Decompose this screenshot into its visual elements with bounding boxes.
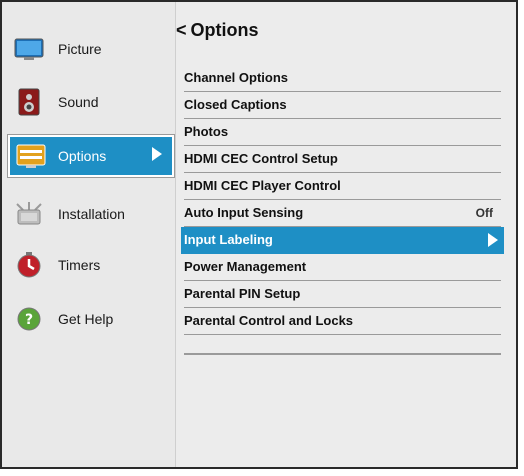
sidebar: Picture Sound Options Installation Timer… <box>2 2 176 467</box>
options-menu: Channel Options Closed Captions Photos H… <box>181 65 504 335</box>
menu-item-label: Closed Captions <box>184 97 287 112</box>
sidebar-item-label: Options <box>58 148 107 164</box>
menu-item-label: Auto Input Sensing <box>184 205 304 220</box>
menu-item-label: Parental PIN Setup <box>184 286 301 301</box>
tv-menu-window: Picture Sound Options Installation Timer… <box>0 0 518 469</box>
menu-item-label: Parental Control and Locks <box>184 313 354 328</box>
sidebar-item-get-help[interactable]: ? Get Help <box>2 299 173 339</box>
sidebar-item-installation[interactable]: Installation <box>2 194 173 234</box>
menu-item-label: Photos <box>184 124 229 139</box>
menu-item-value: Off <box>475 206 493 220</box>
sidebar-item-label: Timers <box>58 257 101 273</box>
menu-item-label: Power Management <box>184 259 307 274</box>
chevron-right-icon <box>488 233 498 247</box>
sidebar-item-label: Picture <box>58 41 102 57</box>
menu-item-label: HDMI CEC Player Control <box>184 178 341 193</box>
antenna-icon <box>14 200 44 228</box>
sidebar-item-sound[interactable]: Sound <box>2 82 173 122</box>
sidebar-item-options[interactable]: Options <box>8 135 174 177</box>
options-panel: < Options Channel Options Closed Captions… <box>176 2 516 467</box>
page-title-text: Options <box>190 20 259 40</box>
menu-item-hdmi-cec-control-setup[interactable]: HDMI CEC Control Setup <box>184 146 501 173</box>
options-icon <box>16 142 46 170</box>
menu-item-parental-pin-setup[interactable]: Parental PIN Setup <box>184 281 501 308</box>
menu-item-auto-input-sensing[interactable]: Auto Input Sensing Off <box>184 200 501 227</box>
chevron-right-icon <box>152 147 162 161</box>
divider <box>184 353 501 355</box>
help-icon: ? <box>14 305 44 333</box>
menu-item-input-labeling[interactable]: Input Labeling <box>181 227 504 254</box>
svg-text:?: ? <box>25 312 33 328</box>
back-icon[interactable]: < <box>176 20 187 40</box>
sidebar-item-picture[interactable]: Picture <box>2 29 173 69</box>
sidebar-item-timers[interactable]: Timers <box>2 245 173 285</box>
timer-icon <box>14 251 44 279</box>
menu-item-label: Input Labeling <box>184 232 273 247</box>
sidebar-item-label: Installation <box>58 206 125 222</box>
menu-item-photos[interactable]: Photos <box>184 119 501 146</box>
menu-item-parental-control-and-locks[interactable]: Parental Control and Locks <box>184 308 501 335</box>
sidebar-item-label: Sound <box>58 94 99 110</box>
sidebar-item-label: Get Help <box>58 311 114 327</box>
page-title: < Options <box>176 20 259 41</box>
menu-item-label: Channel Options <box>184 70 288 85</box>
menu-item-hdmi-cec-player-control[interactable]: HDMI CEC Player Control <box>184 173 501 200</box>
menu-item-channel-options[interactable]: Channel Options <box>184 65 501 92</box>
monitor-icon <box>14 35 44 63</box>
speaker-icon <box>14 88 44 116</box>
menu-item-closed-captions[interactable]: Closed Captions <box>184 92 501 119</box>
menu-item-power-management[interactable]: Power Management <box>184 254 501 281</box>
menu-item-label: HDMI CEC Control Setup <box>184 151 338 166</box>
